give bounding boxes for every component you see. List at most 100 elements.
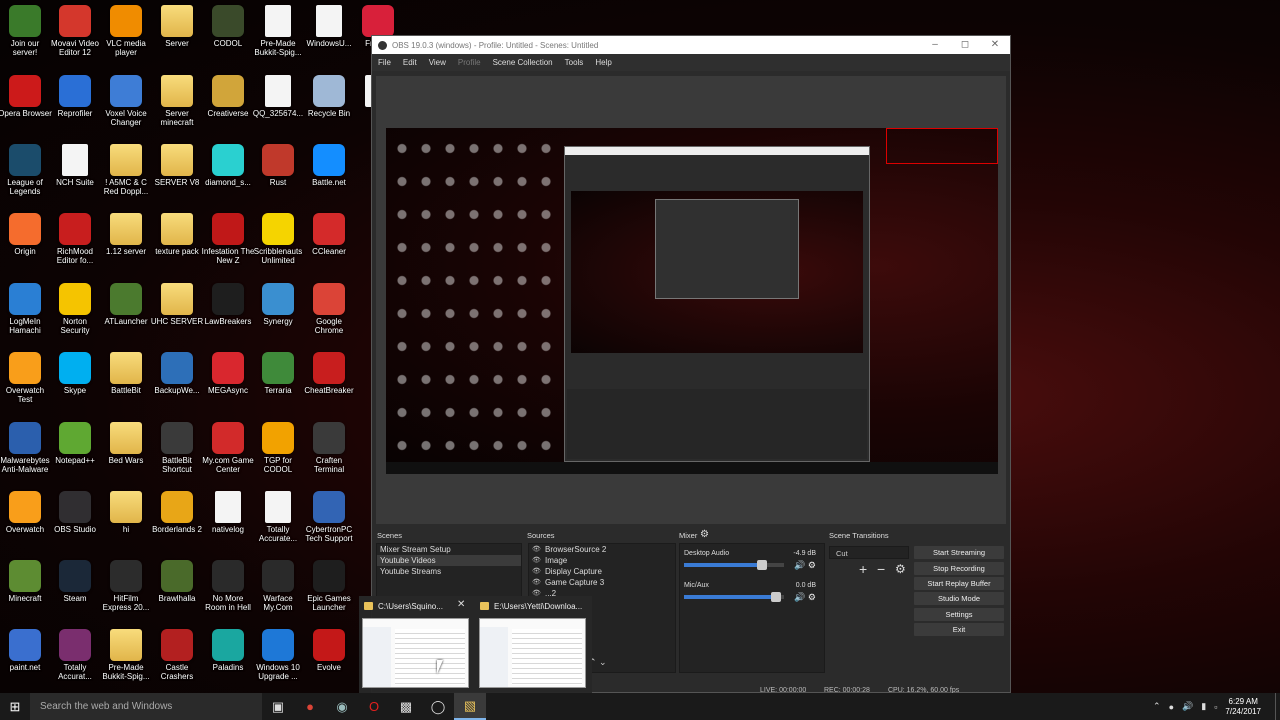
visibility-eye-icon[interactable]: 👁	[532, 577, 541, 588]
desktop-shortcut[interactable]: Origin	[0, 213, 50, 256]
stop-recording-button[interactable]: Stop Recording	[914, 562, 1004, 575]
desktop-shortcut[interactable]: VLC media player	[101, 5, 151, 57]
visibility-eye-icon[interactable]: 👁	[532, 544, 541, 555]
channel-settings-icon[interactable]: ⚙	[808, 560, 816, 570]
desktop-shortcut[interactable]: hi	[101, 491, 151, 534]
transition-settings-icon[interactable]: ⚙	[895, 562, 906, 576]
desktop-shortcut[interactable]: Overwatch Test	[0, 352, 50, 404]
desktop-shortcut[interactable]: Scribblenauts Unlimited	[253, 213, 303, 265]
scene-item[interactable]: Youtube Videos	[377, 555, 521, 566]
desktop-shortcut[interactable]: Recycle Bin	[304, 75, 354, 118]
desktop-shortcut[interactable]: Join our server!	[0, 5, 50, 57]
exit-button[interactable]: Exit	[914, 623, 1004, 636]
source-item[interactable]: 👁 Game Capture 3	[529, 577, 675, 588]
scene-item[interactable]: Mixer Stream Setup	[377, 544, 521, 555]
desktop-shortcut[interactable]: NCH Suite	[50, 144, 100, 187]
desktop-shortcut[interactable]: CybertronPC Tech Support	[304, 491, 354, 543]
desktop-shortcut[interactable]: Google Chrome	[304, 283, 354, 335]
add-transition-icon[interactable]: +	[859, 561, 867, 577]
volume-icon[interactable]: 🔊	[1182, 701, 1193, 712]
desktop-shortcut[interactable]: Reprofiler	[50, 75, 100, 118]
power-icon[interactable]: ▮	[1201, 701, 1206, 712]
visibility-eye-icon[interactable]: 👁	[532, 566, 541, 577]
chevron-up-icon[interactable]: ⌃	[1153, 701, 1161, 712]
settings-button[interactable]: Settings	[914, 608, 1004, 621]
desktop-shortcut[interactable]: Movavi Video Editor 12	[50, 5, 100, 57]
volume-slider[interactable]	[684, 592, 784, 602]
terminal-icon[interactable]: ▩	[390, 693, 422, 720]
chrome-icon[interactable]: ●	[294, 693, 326, 720]
desktop-shortcut[interactable]: OBS Studio	[50, 491, 100, 534]
source-item[interactable]: 👁 Display Capture	[529, 566, 675, 577]
file-explorer-icon[interactable]: ▧	[454, 693, 486, 720]
desktop-shortcut[interactable]: Infestation The New Z	[202, 213, 254, 265]
studio-mode-button[interactable]: Studio Mode	[914, 592, 1004, 605]
desktop-shortcut[interactable]: Epic Games Launcher	[304, 560, 354, 612]
obs-icon[interactable]: ◯	[422, 693, 454, 720]
menu-help[interactable]: Help	[595, 58, 611, 67]
desktop-shortcut[interactable]: texture pack	[152, 213, 202, 256]
channel-settings-icon[interactable]: ⚙	[808, 592, 816, 602]
clock[interactable]: 6:29 AM 7/24/2017	[1225, 697, 1261, 717]
desktop-shortcut[interactable]: Creativerse	[203, 75, 253, 118]
speaker-icon[interactable]: 🔊	[794, 560, 805, 570]
menu-tools[interactable]: Tools	[565, 58, 584, 67]
desktop-shortcut[interactable]: Craften Terminal	[304, 422, 354, 474]
transition-select[interactable]: Cut	[829, 546, 909, 559]
desktop-shortcut[interactable]: Windows 10 Upgrade ...	[253, 629, 303, 681]
desktop-shortcut[interactable]: Paladins	[203, 629, 253, 672]
desktop-shortcut[interactable]: My.com Game Center	[202, 422, 254, 474]
desktop-shortcut[interactable]: Synergy	[253, 283, 303, 326]
desktop-shortcut[interactable]: WindowsU...	[304, 5, 354, 48]
desktop-shortcut[interactable]: UHC SERVER	[151, 283, 203, 326]
source-item[interactable]: 👁 Image	[529, 555, 675, 566]
opera-icon[interactable]: O	[358, 693, 390, 720]
menu-scene-collection[interactable]: Scene Collection	[493, 58, 553, 67]
remove-transition-icon[interactable]: −	[877, 561, 885, 577]
thumbnail-title[interactable]: C:\Users\Squino...	[364, 600, 443, 612]
desktop-shortcut[interactable]: diamond_s...	[203, 144, 253, 187]
desktop-shortcut[interactable]: Steam	[50, 560, 100, 603]
desktop-shortcut[interactable]: Opera Browser	[0, 75, 52, 118]
preview-selection-box[interactable]	[886, 128, 998, 164]
close-icon[interactable]: ✕	[457, 599, 465, 610]
desktop-shortcut[interactable]: QQ_325674...	[253, 75, 303, 118]
desktop-shortcut[interactable]: Minecraft	[0, 560, 50, 603]
desktop-shortcut[interactable]: Server minecraft	[152, 75, 202, 127]
start-streaming-button[interactable]: Start Streaming	[914, 546, 1004, 559]
desktop-shortcut[interactable]: League of Legends	[0, 144, 50, 196]
search-box[interactable]: Search the web and Windows	[30, 693, 262, 720]
desktop-shortcut[interactable]: Terraria	[253, 352, 303, 395]
source-item[interactable]: 👁 BrowserSource 2	[529, 544, 675, 555]
desktop-shortcut[interactable]: Voxel Voice Changer	[101, 75, 151, 127]
desktop-shortcut[interactable]: CODOL	[203, 5, 253, 48]
menu-edit[interactable]: Edit	[403, 58, 417, 67]
desktop-shortcut[interactable]: Totally Accurate...	[253, 491, 303, 543]
desktop-shortcut[interactable]: Norton Security	[50, 283, 100, 335]
desktop-shortcut[interactable]: Brawlhalla	[152, 560, 202, 603]
desktop-shortcut[interactable]: paint.net	[0, 629, 50, 672]
action-center-icon[interactable]: ▫	[1214, 702, 1217, 712]
desktop-shortcut[interactable]: Borderlands 2	[152, 491, 202, 534]
desktop-shortcut[interactable]: CheatBreaker	[304, 352, 354, 395]
desktop-shortcut[interactable]: BackupWe...	[152, 352, 202, 395]
menu-view[interactable]: View	[429, 58, 446, 67]
desktop-shortcut[interactable]: HitFilm Express 20...	[101, 560, 151, 612]
mixer-settings-icon[interactable]: ⚙	[700, 529, 709, 540]
network-icon[interactable]: ●	[1169, 702, 1174, 712]
desktop-shortcut[interactable]: SERVER V8	[152, 144, 202, 187]
obs-titlebar[interactable]: OBS 19.0.3 (windows) - Profile: Untitled…	[372, 36, 1010, 54]
scene-item[interactable]: Youtube Streams	[377, 566, 521, 577]
desktop-shortcut[interactable]: Overwatch	[0, 491, 50, 534]
close-button[interactable]: ✕	[980, 36, 1010, 54]
thumbnail-title[interactable]: E:\Users\Yetti\Downloa...	[480, 600, 582, 612]
desktop-shortcut[interactable]: Server	[152, 5, 202, 48]
desktop-shortcut[interactable]: Pre-Made Bukkit-Spig...	[253, 5, 303, 57]
desktop-shortcut[interactable]: CCleaner	[304, 213, 354, 256]
thumbnail-preview[interactable]	[479, 618, 586, 688]
desktop-shortcut[interactable]: Totally Accurat...	[50, 629, 100, 681]
menu-file[interactable]: File	[378, 58, 391, 67]
desktop-shortcut[interactable]: MEGAsync	[203, 352, 253, 395]
desktop-shortcut[interactable]: TGP for CODOL	[253, 422, 303, 474]
desktop-shortcut[interactable]: Pre-Made Bukkit-Spig...	[101, 629, 151, 681]
